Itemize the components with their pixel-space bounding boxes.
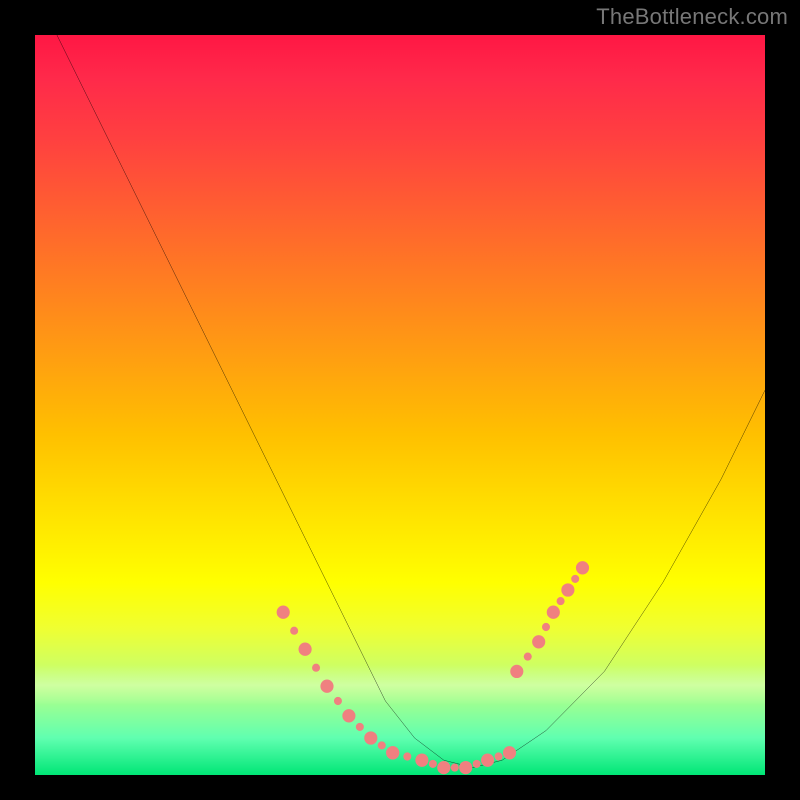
curve-line	[57, 35, 765, 768]
annotation-dot	[547, 606, 560, 619]
annotation-dot	[290, 627, 298, 635]
annotation-dot	[378, 741, 386, 749]
annotation-dot	[342, 709, 355, 722]
annotation-dot	[571, 575, 579, 583]
annotation-dot	[312, 664, 320, 672]
annotation-dot	[403, 752, 411, 760]
annotation-dot	[277, 606, 290, 619]
annotation-dot	[473, 760, 481, 768]
annotation-dot	[495, 752, 503, 760]
annotation-dot	[524, 653, 532, 661]
annotation-dot	[364, 731, 377, 744]
annotation-dot	[386, 746, 399, 759]
chart-svg	[35, 35, 765, 775]
annotation-dot	[320, 680, 333, 693]
annotation-dot	[503, 746, 516, 759]
annotation-dot	[542, 623, 550, 631]
annotation-dot	[437, 761, 450, 774]
annotation-dot	[481, 754, 494, 767]
annotation-dot	[557, 597, 565, 605]
annotation-dot	[459, 761, 472, 774]
annotation-dot	[334, 697, 342, 705]
annotation-dot	[451, 764, 459, 772]
annotation-dot	[510, 665, 523, 678]
annotation-dots	[277, 561, 589, 774]
annotation-dot	[561, 583, 574, 596]
annotation-dot	[429, 760, 437, 768]
annotation-dot	[576, 561, 589, 574]
annotation-dot	[356, 723, 364, 731]
watermark-text: TheBottleneck.com	[596, 4, 788, 30]
annotation-dot	[299, 643, 312, 656]
chart-plot-area	[35, 35, 765, 775]
annotation-dot	[415, 754, 428, 767]
annotation-dot	[532, 635, 545, 648]
